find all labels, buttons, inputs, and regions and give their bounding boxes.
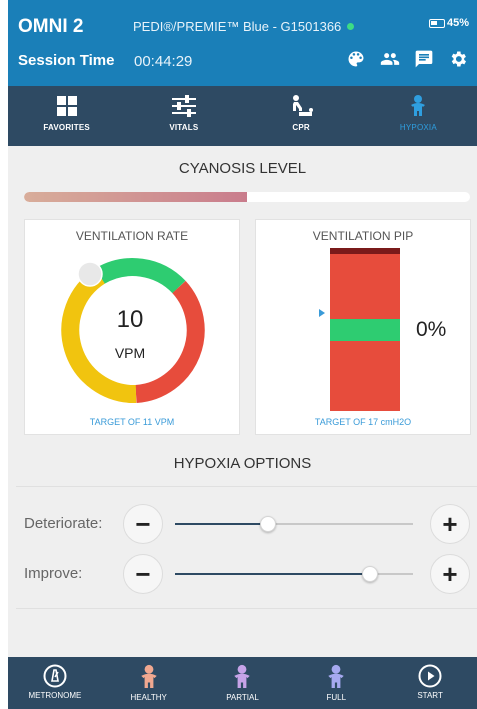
battery-level: 45% — [446, 17, 469, 29]
deteriorate-minus-button[interactable]: − — [123, 504, 163, 544]
app-root: OMNI 2 PEDI®/PREMIE™ Blue - G1501366 45%… — [8, 0, 477, 709]
full-button[interactable]: FULL — [289, 657, 383, 709]
baby-healthy-icon — [140, 664, 157, 688]
gauge-arc-green — [95, 258, 186, 294]
deteriorate-slider[interactable] — [175, 516, 413, 532]
slider-fill — [175, 523, 268, 525]
hypoxia-options-title: HYPOXIA OPTIONS — [173, 455, 312, 472]
bottom-action-bar: METRONOME HEALTHY PARTIAL FULL START — [8, 657, 477, 709]
partial-button[interactable]: PARTIAL — [196, 657, 290, 709]
ventilation-rate-title: VENTILATION RATE — [75, 229, 189, 243]
bottom-label: METRONOME — [28, 691, 82, 700]
healthy-button[interactable]: HEALTHY — [102, 657, 196, 709]
improve-row: Improve: − + — [8, 552, 477, 596]
session-label: Session Time — [18, 52, 115, 69]
ventilation-pip-card: VENTILATION PIP 0% TARGET OF 17 cmH2O — [255, 219, 471, 435]
ventilation-rate-target: TARGET OF 11 VPM — [89, 417, 175, 427]
chat-icon[interactable] — [413, 48, 435, 70]
metronome-button[interactable]: METRONOME — [8, 657, 102, 709]
app-header: OMNI 2 PEDI®/PREMIE™ Blue - G1501366 45%… — [8, 0, 477, 86]
slider-fill — [175, 573, 371, 575]
deteriorate-label: Deteriorate: — [24, 515, 103, 532]
ventilation-rate-card: VENTILATION RATE 10 VPM TARGET OF 11 VPM — [24, 219, 240, 435]
slider-thumb[interactable] — [362, 566, 379, 582]
bottom-label: PARTIAL — [226, 693, 259, 702]
improve-slider[interactable] — [175, 566, 413, 582]
ventilation-pip-title: VENTILATION PIP — [312, 229, 414, 243]
tab-hypoxia[interactable]: HYPOXIA — [360, 86, 477, 146]
bottom-label: START — [417, 691, 443, 700]
improve-minus-button[interactable]: − — [123, 554, 163, 594]
metronome-icon — [43, 664, 67, 688]
header-actions — [345, 48, 469, 70]
pip-target-zone — [330, 319, 400, 341]
tab-label: HYPOXIA — [399, 123, 437, 132]
improve-plus-button[interactable]: + — [430, 554, 470, 594]
play-icon — [418, 664, 442, 688]
device-status[interactable]: PEDI®/PREMIE™ Blue - G1501366 — [133, 19, 355, 34]
deteriorate-plus-button[interactable]: + — [430, 504, 470, 544]
gear-icon[interactable] — [447, 48, 469, 70]
divider — [16, 608, 477, 609]
people-icon[interactable] — [379, 48, 401, 70]
tab-favorites[interactable]: FAVORITES — [8, 86, 125, 146]
start-button[interactable]: START — [383, 657, 477, 709]
battery-indicator: 45% — [428, 17, 469, 29]
ventilation-pip-value: 0% — [416, 318, 447, 341]
cyanosis-title: CYANOSIS LEVEL — [178, 160, 307, 177]
tab-label: VITALS — [169, 123, 199, 132]
deteriorate-row: Deteriorate: − + — [8, 502, 477, 546]
improve-label: Improve: — [24, 565, 83, 582]
sliders-icon — [171, 95, 196, 117]
session-time: 00:44:29 — [134, 53, 193, 70]
gauge-arc-red — [135, 280, 205, 403]
grid-icon — [56, 96, 77, 116]
battery-icon — [428, 18, 445, 28]
device-name: PEDI®/PREMIE™ Blue - G1501366 — [133, 19, 342, 34]
pip-bar — [330, 248, 400, 411]
bottom-label: HEALTHY — [130, 693, 167, 702]
palette-icon[interactable] — [345, 48, 367, 70]
ventilation-rate-value: 10 — [116, 306, 144, 333]
main-tab-bar: FAVORITES VITALS CPR HYPOXIA — [8, 86, 477, 146]
cpr-icon — [293, 95, 314, 116]
tab-label: CPR — [292, 123, 310, 132]
bottom-label: FULL — [326, 693, 347, 702]
baby-partial-icon — [234, 664, 251, 688]
app-brand: OMNI 2 — [18, 16, 84, 37]
ventilation-pip-target: TARGET OF 17 cmH2O — [314, 417, 412, 427]
connection-dot-icon — [347, 23, 355, 30]
divider — [16, 486, 477, 487]
baby-full-icon — [328, 664, 344, 688]
slider-thumb[interactable] — [259, 516, 276, 532]
pip-pointer-icon — [319, 309, 325, 317]
gauge-arc-yellow — [61, 268, 137, 403]
cyanosis-level-bar — [24, 192, 470, 202]
cyanosis-level-fill — [24, 192, 247, 202]
ventilation-rate-unit: VPM — [114, 345, 146, 361]
tab-vitals[interactable]: VITALS — [125, 86, 242, 146]
gauge-knob[interactable] — [77, 261, 103, 287]
baby-icon — [411, 95, 426, 116]
pip-bar-peak — [330, 248, 400, 254]
tab-label: FAVORITES — [43, 123, 90, 132]
tab-cpr[interactable]: CPR — [243, 86, 360, 146]
